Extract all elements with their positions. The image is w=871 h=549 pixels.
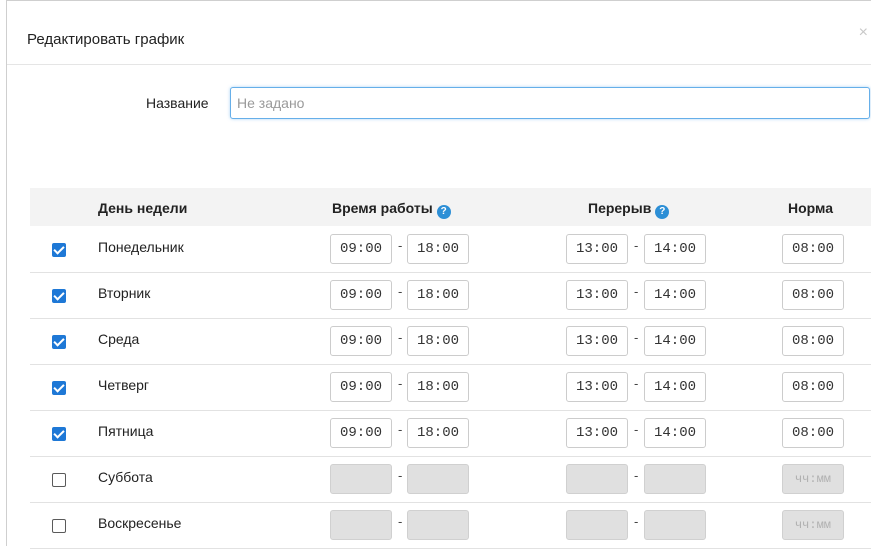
dialog-title: Редактировать график	[27, 31, 185, 48]
range-separator: -	[634, 238, 639, 253]
day-checkbox[interactable]	[52, 381, 66, 395]
break-end-input[interactable]	[644, 326, 706, 356]
norm-input[interactable]	[782, 418, 844, 448]
break-start-input[interactable]	[566, 418, 628, 448]
header-norm: Норма	[788, 200, 833, 216]
work-end-input[interactable]	[407, 464, 469, 494]
range-separator: -	[634, 330, 639, 345]
break-end-input[interactable]	[644, 510, 706, 540]
table-row: Пятница - -	[30, 410, 871, 457]
norm-input[interactable]	[782, 234, 844, 264]
break-end-input[interactable]	[644, 464, 706, 494]
break-start-input[interactable]	[566, 510, 628, 540]
header-break-label: Перерыв	[588, 200, 652, 216]
norm-input[interactable]	[782, 464, 844, 494]
table-header: День недели Время работы? Перерыв? Норма	[30, 188, 871, 226]
range-separator: -	[634, 376, 639, 391]
close-icon[interactable]: ×	[859, 25, 868, 41]
range-separator: -	[634, 284, 639, 299]
work-start-input[interactable]	[330, 510, 392, 540]
day-label: Среда	[98, 331, 140, 347]
work-start-input[interactable]	[330, 418, 392, 448]
table-row: Воскресенье - -	[30, 502, 871, 549]
day-checkbox[interactable]	[52, 335, 66, 349]
day-checkbox[interactable]	[52, 473, 66, 487]
day-checkbox[interactable]	[52, 427, 66, 441]
break-end-input[interactable]	[644, 418, 706, 448]
work-start-input[interactable]	[330, 280, 392, 310]
day-label: Воскресенье	[98, 515, 182, 531]
range-separator: -	[398, 238, 403, 253]
day-label: Вторник	[98, 285, 151, 301]
header-break: Перерыв?	[588, 200, 670, 219]
help-icon[interactable]: ?	[655, 205, 670, 219]
day-checkbox[interactable]	[52, 519, 66, 533]
break-start-input[interactable]	[566, 372, 628, 402]
day-label: Понедельник	[98, 239, 184, 255]
dialog-left-border	[6, 0, 7, 546]
header-work-time: Время работы?	[332, 200, 451, 219]
range-separator: -	[634, 468, 639, 483]
name-input[interactable]	[230, 87, 870, 119]
day-label: Четверг	[98, 377, 150, 393]
break-start-input[interactable]	[566, 326, 628, 356]
help-icon[interactable]: ?	[436, 205, 451, 219]
header-work-time-label: Время работы	[332, 200, 433, 216]
dialog-header: Редактировать график ×	[7, 1, 871, 65]
day-checkbox[interactable]	[52, 289, 66, 303]
norm-input[interactable]	[782, 280, 844, 310]
range-separator: -	[634, 422, 639, 437]
norm-input[interactable]	[782, 510, 844, 540]
work-start-input[interactable]	[330, 464, 392, 494]
work-end-input[interactable]	[407, 418, 469, 448]
header-day: День недели	[98, 200, 188, 216]
work-end-input[interactable]	[407, 372, 469, 402]
table-row: Среда - -	[30, 318, 871, 365]
work-end-input[interactable]	[407, 234, 469, 264]
break-end-input[interactable]	[644, 234, 706, 264]
norm-input[interactable]	[782, 372, 844, 402]
range-separator: -	[634, 514, 639, 529]
range-separator: -	[398, 284, 403, 299]
break-start-input[interactable]	[566, 234, 628, 264]
norm-input[interactable]	[782, 326, 844, 356]
day-label: Пятница	[98, 423, 154, 439]
range-separator: -	[398, 514, 403, 529]
break-start-input[interactable]	[566, 464, 628, 494]
range-separator: -	[398, 376, 403, 391]
break-end-input[interactable]	[644, 372, 706, 402]
break-start-input[interactable]	[566, 280, 628, 310]
range-separator: -	[398, 422, 403, 437]
break-end-input[interactable]	[644, 280, 706, 310]
table-row: Суббота - -	[30, 456, 871, 503]
table-row: Вторник - -	[30, 272, 871, 319]
work-end-input[interactable]	[407, 280, 469, 310]
table-row: Понедельник - -	[30, 226, 871, 273]
name-label: Название	[146, 95, 209, 111]
range-separator: -	[398, 330, 403, 345]
work-start-input[interactable]	[330, 326, 392, 356]
work-start-input[interactable]	[330, 372, 392, 402]
work-start-input[interactable]	[330, 234, 392, 264]
day-checkbox[interactable]	[52, 243, 66, 257]
work-end-input[interactable]	[407, 510, 469, 540]
work-end-input[interactable]	[407, 326, 469, 356]
range-separator: -	[398, 468, 403, 483]
day-label: Суббота	[98, 469, 153, 485]
table-row: Четверг - -	[30, 364, 871, 411]
